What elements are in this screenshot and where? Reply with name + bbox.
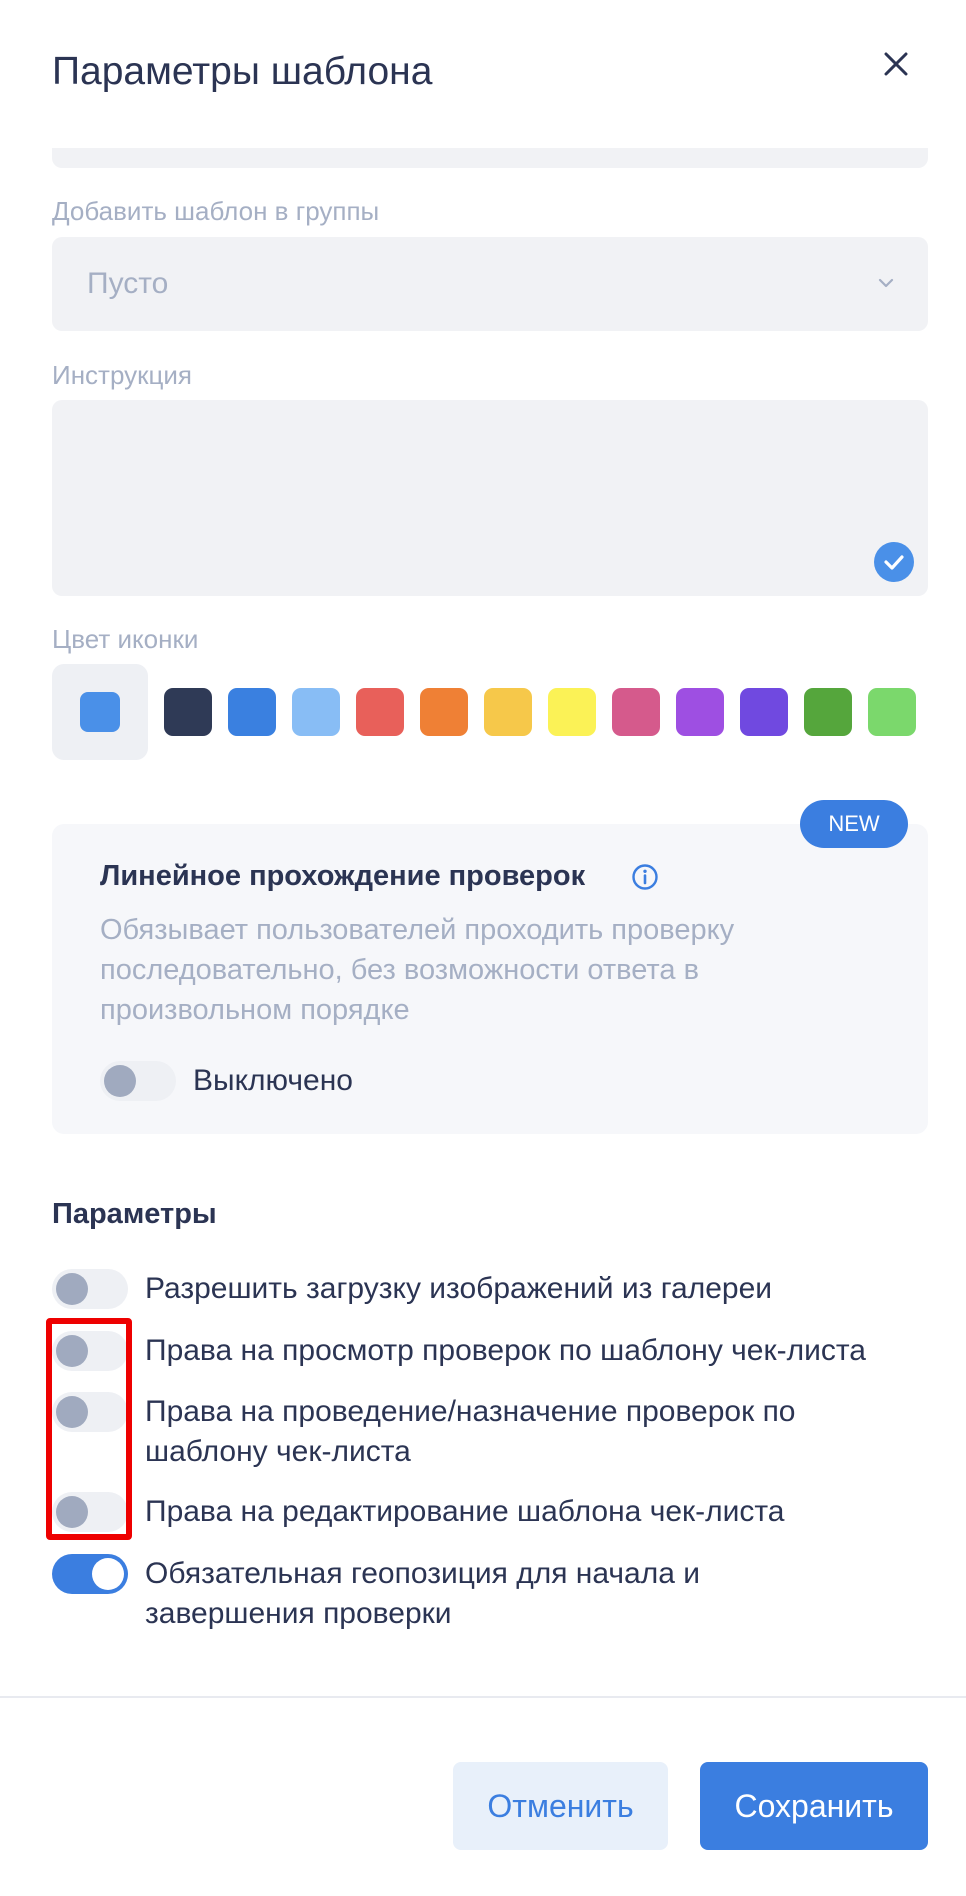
footer-divider (0, 1696, 966, 1698)
linear-passing-description: Обязывает пользователей проходить провер… (100, 914, 735, 1026)
check-icon[interactable] (874, 542, 914, 582)
cancel-button[interactable]: Отменить (453, 1762, 668, 1850)
params-title: Параметры (52, 1198, 217, 1230)
groups-placeholder: Пусто (87, 267, 169, 300)
toggle-knob (56, 1273, 88, 1305)
linear-passing-toggle-label: Выключено (193, 1064, 353, 1097)
close-icon[interactable] (878, 46, 914, 82)
param-label-geoposition: Обязательная геопозиция для начала и зав… (145, 1557, 700, 1630)
toggle-geoposition[interactable] (52, 1554, 128, 1594)
new-badge: NEW (800, 800, 908, 848)
info-icon[interactable] (631, 863, 659, 891)
selected-color-preview (80, 692, 120, 732)
color-swatch[interactable] (676, 688, 724, 736)
color-swatch[interactable] (740, 688, 788, 736)
toggle-knob (104, 1065, 136, 1097)
color-swatch[interactable] (292, 688, 340, 736)
highlight-box (46, 1318, 132, 1540)
color-swatch[interactable] (548, 688, 596, 736)
param-label-view-rights: Права на просмотр проверок по шаблону че… (145, 1334, 866, 1367)
linear-passing-title: Линейное прохождение проверок (100, 860, 586, 892)
instruction-label: Инструкция (52, 360, 192, 390)
groups-label: Добавить шаблон в группы (52, 196, 380, 226)
color-swatch[interactable] (228, 688, 276, 736)
param-label-conduct-rights: Права на проведение/назначение проверок … (145, 1395, 796, 1468)
groups-select[interactable]: Пусто (52, 237, 928, 331)
color-swatch[interactable] (356, 688, 404, 736)
icon-color-label: Цвет иконки (52, 624, 199, 654)
instruction-textarea[interactable] (52, 400, 928, 596)
page-title: Параметры шаблона (52, 50, 433, 93)
selected-color-swatch[interactable] (52, 664, 148, 760)
param-label-gallery-upload: Разрешить загрузку изображений из галере… (145, 1272, 773, 1305)
color-swatch[interactable] (804, 688, 852, 736)
color-swatch[interactable] (868, 688, 916, 736)
param-label-edit-rights: Права на редактирование шаблона чек-лист… (145, 1495, 785, 1528)
toggle-knob (92, 1558, 124, 1590)
color-swatch[interactable] (420, 688, 468, 736)
linear-passing-toggle[interactable] (100, 1061, 176, 1101)
color-swatch[interactable] (484, 688, 532, 736)
toggle-gallery-upload[interactable] (52, 1269, 128, 1309)
previous-field[interactable] (52, 148, 928, 168)
save-button[interactable]: Сохранить (700, 1762, 928, 1850)
chevron-down-icon (878, 278, 894, 288)
color-swatch[interactable] (612, 688, 660, 736)
color-swatch[interactable] (164, 688, 212, 736)
